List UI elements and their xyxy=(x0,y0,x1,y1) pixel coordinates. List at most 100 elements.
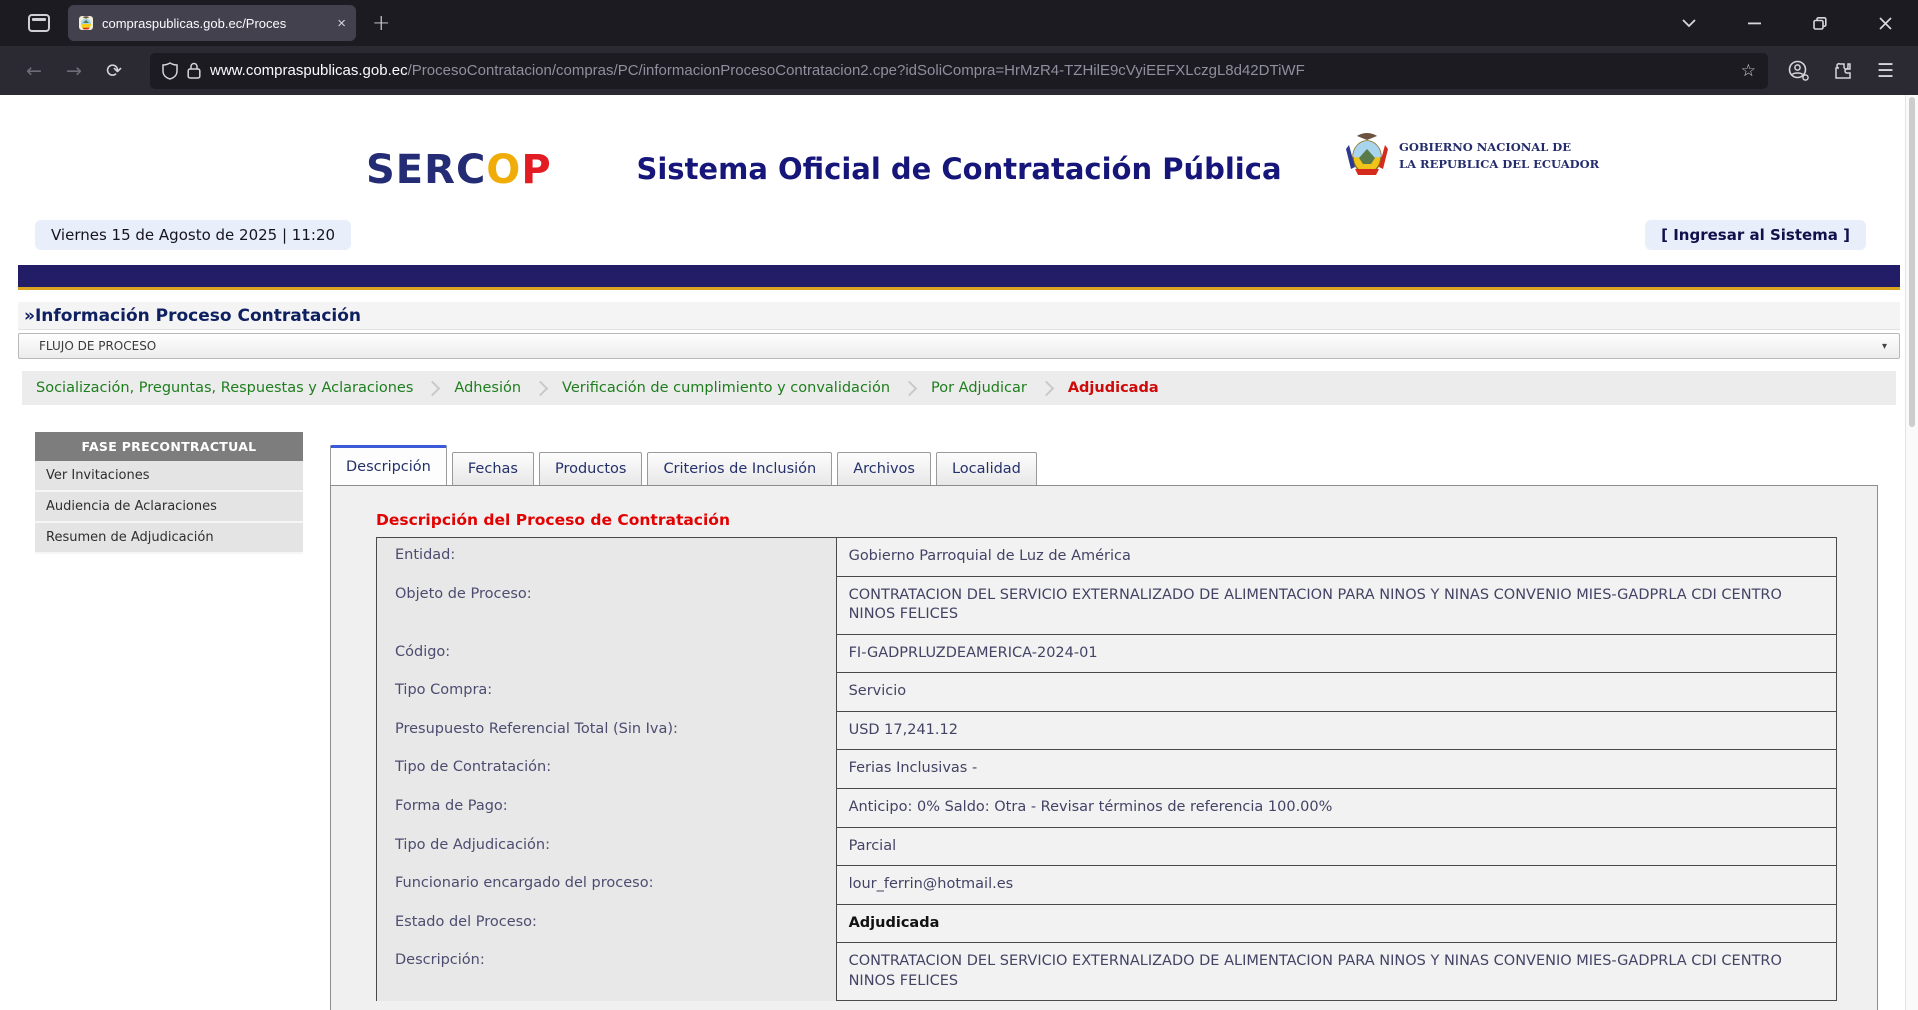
section-title: »Información Proceso Contratación xyxy=(18,302,1900,330)
government-logo: GOBIERNO NACIONAL DE LA REPUBLICA DEL EC… xyxy=(1345,131,1599,181)
url-text[interactable]: www.compraspublicas.gob.ec/ProcesoContra… xyxy=(210,62,1732,79)
row-label: Tipo Compra: xyxy=(377,673,837,712)
description-panel: Descripción del Proceso de Contratación … xyxy=(330,485,1878,1010)
row-label: Código: xyxy=(377,635,837,674)
step-chevron-icon xyxy=(1039,380,1055,396)
gov-line1: GOBIERNO NACIONAL DE xyxy=(1399,139,1599,156)
process-steps-bar: Socialización, Preguntas, Respuestas y A… xyxy=(22,371,1896,405)
back-button[interactable]: ← xyxy=(18,55,50,87)
shield-icon[interactable] xyxy=(162,62,178,80)
datetime-badge: Viernes 15 de Agosto de 2025 | 11:20 xyxy=(35,220,351,250)
step-chevron-icon xyxy=(902,380,918,396)
menu-hamburger-icon[interactable]: ☰ xyxy=(1877,60,1894,82)
row-value: Parcial xyxy=(837,828,1836,867)
row-value: FI-GADPRLUZDEAMERICA-2024-01 xyxy=(837,635,1836,674)
lock-icon[interactable] xyxy=(187,62,201,79)
tab-criterios[interactable]: Criterios de Inclusión xyxy=(647,452,832,485)
tab-archivos[interactable]: Archivos xyxy=(837,452,931,485)
close-window-button[interactable] xyxy=(1879,17,1892,30)
table-row: Tipo de Adjudicación: Parcial xyxy=(377,828,1836,867)
row-label: Descripción: xyxy=(377,943,837,1001)
details-table: Entidad: Gobierno Parroquial de Luz de A… xyxy=(376,537,1837,1001)
address-bar[interactable]: www.compraspublicas.gob.ec/ProcesoContra… xyxy=(150,53,1768,89)
page-title: Sistema Oficial de Contratación Pública xyxy=(0,152,1918,186)
flow-dropdown[interactable]: FLUJO DE PROCESO ▾ xyxy=(18,333,1900,359)
bookmark-star-icon[interactable]: ☆ xyxy=(1741,61,1756,81)
tab-fechas[interactable]: Fechas xyxy=(452,452,534,485)
step-chevron-icon xyxy=(425,380,441,396)
table-row: Tipo de Contratación: Ferias Inclusivas … xyxy=(377,750,1836,789)
gov-line2: LA REPUBLICA DEL ECUADOR xyxy=(1399,156,1599,173)
tab-bar: compraspublicas.gob.ec/Proces × + xyxy=(0,0,1918,46)
minimize-button[interactable] xyxy=(1748,22,1761,25)
forward-button[interactable]: → xyxy=(58,55,90,87)
sidebar-item-resumen[interactable]: Resumen de Adjudicación xyxy=(35,523,303,554)
table-row: Presupuesto Referencial Total (Sin Iva):… xyxy=(377,712,1836,751)
tab-list-chevron-icon[interactable] xyxy=(1682,19,1696,28)
tab-descripcion[interactable]: Descripción xyxy=(330,445,447,485)
tab-localidad[interactable]: Localidad xyxy=(936,452,1037,485)
table-row: Forma de Pago: Anticipo: 0% Saldo: Otra … xyxy=(377,789,1836,828)
step-adhesion[interactable]: Adhesión xyxy=(454,380,521,396)
row-value: Ferias Inclusivas - xyxy=(837,750,1836,789)
tabs-row: Descripción Fechas Productos Criterios d… xyxy=(330,445,1878,485)
sidebar-item-audiencia[interactable]: Audiencia de Aclaraciones xyxy=(35,492,303,523)
row-value: lour_ferrin@hotmail.es xyxy=(837,866,1836,905)
navy-divider-bar xyxy=(18,265,1900,290)
ecuador-coat-of-arms-icon xyxy=(1345,131,1389,181)
row-label: Tipo de Contratación: xyxy=(377,750,837,789)
sidebar-title: FASE PRECONTRACTUAL xyxy=(35,432,303,461)
step-socializacion[interactable]: Socialización, Preguntas, Respuestas y A… xyxy=(36,380,413,396)
main-content: Descripción Fechas Productos Criterios d… xyxy=(330,445,1878,1010)
tab-close-icon[interactable]: × xyxy=(337,15,346,32)
sidebar: FASE PRECONTRACTUAL Ver Invitaciones Aud… xyxy=(35,432,303,554)
step-adjudicada: Adjudicada xyxy=(1068,380,1159,396)
url-path: /ProcesoContratacion/compras/PC/informac… xyxy=(408,62,1305,79)
process-steps-container: Socialización, Preguntas, Respuestas y A… xyxy=(18,363,1900,409)
flow-dropdown-label: FLUJO DE PROCESO xyxy=(39,339,156,353)
site-favicon-icon xyxy=(78,15,94,31)
table-row-estado: Estado del Proceso: Adjudicada xyxy=(377,905,1836,944)
sidebar-item-ver-invitaciones[interactable]: Ver Invitaciones xyxy=(35,461,303,492)
row-value: CONTRATACION DEL SERVICIO EXTERNALIZADO … xyxy=(837,577,1836,635)
row-label: Entidad: xyxy=(377,538,837,577)
account-icon[interactable] xyxy=(1788,60,1809,81)
table-row: Código: FI-GADPRLUZDEAMERICA-2024-01 xyxy=(377,635,1836,674)
tab-productos[interactable]: Productos xyxy=(539,452,642,485)
page-scrollbar[interactable] xyxy=(1905,95,1918,1010)
row-value: Anticipo: 0% Saldo: Otra - Revisar térmi… xyxy=(837,789,1836,828)
step-chevron-icon xyxy=(533,380,549,396)
new-tab-button[interactable]: + xyxy=(372,11,390,36)
row-label: Presupuesto Referencial Total (Sin Iva): xyxy=(377,712,837,751)
table-row: Funcionario encargado del proceso: lour_… xyxy=(377,866,1836,905)
row-value: Gobierno Parroquial de Luz de América xyxy=(837,538,1836,577)
step-por-adjudicar[interactable]: Por Adjudicar xyxy=(931,380,1027,396)
row-label: Tipo de Adjudicación: xyxy=(377,828,837,867)
row-value: CONTRATACION DEL SERVICIO EXTERNALIZADO … xyxy=(837,943,1836,1001)
table-row: Tipo Compra: Servicio xyxy=(377,673,1836,712)
restore-button[interactable] xyxy=(1813,17,1827,30)
browser-chrome: compraspublicas.gob.ec/Proces × + ← → xyxy=(0,0,1918,95)
tab-title: compraspublicas.gob.ec/Proces xyxy=(102,16,329,31)
browser-toolbar: ← → ⟳ www.compraspublicas.gob.ec/Proceso… xyxy=(0,46,1918,95)
url-host: www.compraspublicas.gob.ec xyxy=(210,62,408,79)
chevron-down-icon: ▾ xyxy=(1882,341,1887,352)
row-value: Servicio xyxy=(837,673,1836,712)
details-title: Descripción del Proceso de Contratación xyxy=(376,511,1837,529)
step-verificacion[interactable]: Verificación de cumplimiento y convalida… xyxy=(562,380,890,396)
status-value: Adjudicada xyxy=(837,905,1836,944)
row-label: Forma de Pago: xyxy=(377,789,837,828)
row-value: USD 17,241.12 xyxy=(837,712,1836,751)
page-viewport: SERCOP Sistema Oficial de Contratación P… xyxy=(0,95,1918,1010)
row-label: Objeto de Proceso: xyxy=(377,577,837,635)
extensions-puzzle-icon[interactable] xyxy=(1833,61,1853,81)
firefox-view-icon[interactable] xyxy=(28,14,50,32)
reload-button[interactable]: ⟳ xyxy=(98,55,130,87)
table-row: Entidad: Gobierno Parroquial de Luz de A… xyxy=(377,538,1836,577)
scrollbar-thumb[interactable] xyxy=(1909,97,1915,427)
login-button[interactable]: [ Ingresar al Sistema ] xyxy=(1645,220,1866,250)
row-label: Funcionario encargado del proceso: xyxy=(377,866,837,905)
row-label: Estado del Proceso: xyxy=(377,905,837,944)
browser-tab[interactable]: compraspublicas.gob.ec/Proces × xyxy=(68,5,356,41)
table-row: Descripción: CONTRATACION DEL SERVICIO E… xyxy=(377,943,1836,1001)
